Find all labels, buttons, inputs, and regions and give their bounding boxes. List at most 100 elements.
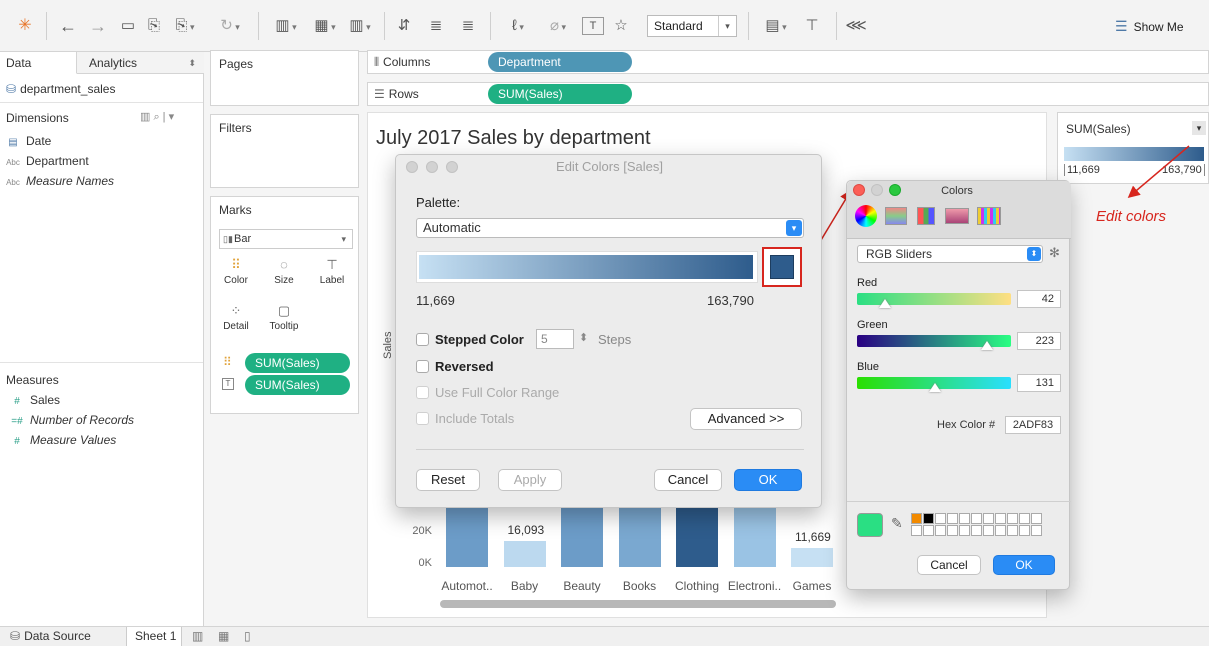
tab-analytics[interactable]: Analytics ⬍	[77, 52, 204, 74]
show-labels-icon[interactable]: T	[582, 17, 604, 35]
color-swatch[interactable]	[935, 513, 946, 524]
colors-ok-button[interactable]: OK	[993, 555, 1055, 575]
sheet-tab[interactable]: Sheet 1	[126, 627, 182, 646]
sort-descending-icon[interactable]: ≣	[456, 14, 480, 38]
color-swatch[interactable]	[1019, 513, 1030, 524]
color-swatch[interactable]	[959, 513, 970, 524]
color-swatch[interactable]	[1031, 525, 1042, 536]
apply-button[interactable]: Apply	[498, 469, 562, 491]
image-palettes-icon[interactable]	[945, 208, 969, 224]
measure-item[interactable]: # Sales	[0, 392, 60, 410]
group-icon[interactable]: ⌀ ▾	[540, 14, 576, 38]
eyedropper-icon[interactable]: ✎	[891, 515, 903, 532]
colors-cancel-button[interactable]: Cancel	[917, 555, 981, 575]
pages-shelf[interactable]: Pages	[210, 50, 359, 106]
new-dashboard-icon[interactable]: ▦	[218, 627, 229, 646]
red-slider-thumb[interactable]	[879, 299, 891, 308]
color-swatch[interactable]	[923, 525, 934, 536]
full-range-checkbox[interactable]	[416, 386, 429, 399]
new-story-icon[interactable]: ▯	[244, 627, 251, 646]
color-swatch[interactable]	[971, 525, 982, 536]
label-button[interactable]: ⊤ Label	[315, 255, 349, 295]
color-mode-select[interactable]: RGB Sliders ⬍	[857, 245, 1043, 263]
save-icon[interactable]: ▭	[116, 14, 140, 38]
steps-stepper[interactable]: ⬍	[579, 331, 588, 344]
blue-value-input[interactable]: 131	[1017, 374, 1061, 392]
color-swatch[interactable]	[947, 513, 958, 524]
pencils-icon[interactable]	[977, 207, 1001, 225]
share-icon[interactable]: ⋘	[844, 14, 868, 38]
color-palettes-icon[interactable]	[917, 207, 935, 225]
color-swatch[interactable]	[911, 513, 922, 524]
new-dashboard-icon[interactable]: ▦ ▾	[308, 14, 342, 38]
tab-data[interactable]: Data	[0, 52, 77, 74]
marks-color-pill[interactable]: SUM(Sales)	[245, 353, 350, 373]
presentation-icon[interactable]: ▤ ▾	[756, 14, 796, 38]
dimension-item[interactable]: Abc Department	[0, 153, 89, 171]
color-wheel-icon[interactable]	[855, 205, 877, 227]
color-swatch[interactable]	[983, 513, 994, 524]
dimension-item[interactable]: ▤ Date	[0, 133, 51, 151]
include-totals-checkbox[interactable]	[416, 412, 429, 425]
view-options-icon[interactable]: ▥ ⌕ | ▾	[140, 110, 174, 124]
bar-clothing[interactable]	[676, 507, 718, 567]
red-value-input[interactable]: 42	[1017, 290, 1061, 308]
tooltip-button[interactable]: ▢ Tooltip	[267, 301, 301, 341]
color-swatch[interactable]	[1007, 513, 1018, 524]
measure-item[interactable]: # Measure Values	[0, 432, 116, 450]
forward-icon[interactable]: →	[86, 14, 110, 38]
bar-books[interactable]	[618, 507, 661, 567]
columns-shelf[interactable]: ⫴ Columns Department	[367, 50, 1209, 74]
fit-select[interactable]: Standard ▾	[647, 15, 737, 37]
color-swatch[interactable]	[911, 525, 922, 536]
tableau-logo-icon[interactable]: ✳	[14, 14, 36, 38]
color-button[interactable]: ⠿ Color	[219, 255, 253, 295]
legend-menu-button[interactable]: ▾	[1192, 121, 1206, 135]
size-button[interactable]: ◌ Size	[267, 255, 301, 295]
bar-games[interactable]	[791, 548, 833, 567]
color-swatch[interactable]	[1007, 525, 1018, 536]
color-swatch[interactable]	[995, 525, 1006, 536]
bar-electroni[interactable]	[733, 507, 776, 567]
horizontal-scrollbar[interactable]	[440, 600, 836, 608]
detail-button[interactable]: ⁘ Detail	[219, 301, 253, 341]
sort-ascending-icon[interactable]: ≣	[424, 14, 448, 38]
mark-type-select[interactable]: ▯▮ Bar ▾	[219, 229, 353, 249]
blue-slider-thumb[interactable]	[929, 383, 941, 392]
highlight-icon[interactable]: ℓ ▾	[500, 14, 536, 38]
color-swatch[interactable]	[959, 525, 970, 536]
green-value-input[interactable]: 223	[1017, 332, 1061, 350]
window-zoom-icon[interactable]	[889, 184, 901, 196]
stepped-color-checkbox[interactable]	[416, 333, 429, 346]
green-slider-thumb[interactable]	[981, 341, 993, 350]
pin-icon[interactable]: ☆	[610, 14, 632, 38]
hex-input[interactable]: 2ADF83	[1005, 416, 1061, 434]
current-color-well[interactable]	[857, 513, 883, 537]
end-color-swatch[interactable]	[762, 247, 802, 287]
data-source-tab[interactable]: ⛁ Data Source	[10, 627, 91, 646]
ok-button[interactable]: OK	[734, 469, 802, 491]
color-sliders-icon[interactable]	[885, 207, 907, 225]
refresh-icon[interactable]: ↻ ▾	[210, 14, 250, 38]
new-worksheet-icon[interactable]: ▥ ▾	[266, 14, 306, 38]
datasource-item[interactable]: ⛁ department_sales	[6, 81, 115, 97]
bar-beauty[interactable]	[561, 507, 603, 567]
new-worksheet-icon[interactable]: ▥	[192, 627, 203, 646]
bar-automot[interactable]	[446, 507, 488, 567]
columns-pill[interactable]: Department	[488, 52, 632, 72]
color-swatch[interactable]	[1019, 525, 1030, 536]
datasource-icon[interactable]: ⎘ ▾	[168, 14, 202, 38]
back-icon[interactable]: ←	[56, 14, 80, 38]
color-swatch[interactable]	[971, 513, 982, 524]
dimension-item[interactable]: Abc Measure Names	[0, 173, 114, 191]
reset-button[interactable]: Reset	[416, 469, 480, 491]
rows-shelf[interactable]: ☰ Rows SUM(Sales)	[367, 82, 1209, 106]
show-me-button[interactable]: ☰ Show Me	[1115, 14, 1184, 38]
device-preview-icon[interactable]: ⊤	[800, 14, 824, 38]
cancel-button[interactable]: Cancel	[654, 469, 722, 491]
reversed-checkbox[interactable]	[416, 360, 429, 373]
color-swatch[interactable]	[983, 525, 994, 536]
rows-pill[interactable]: SUM(Sales)	[488, 84, 632, 104]
color-swatch[interactable]	[1031, 513, 1042, 524]
color-swatch[interactable]	[947, 525, 958, 536]
